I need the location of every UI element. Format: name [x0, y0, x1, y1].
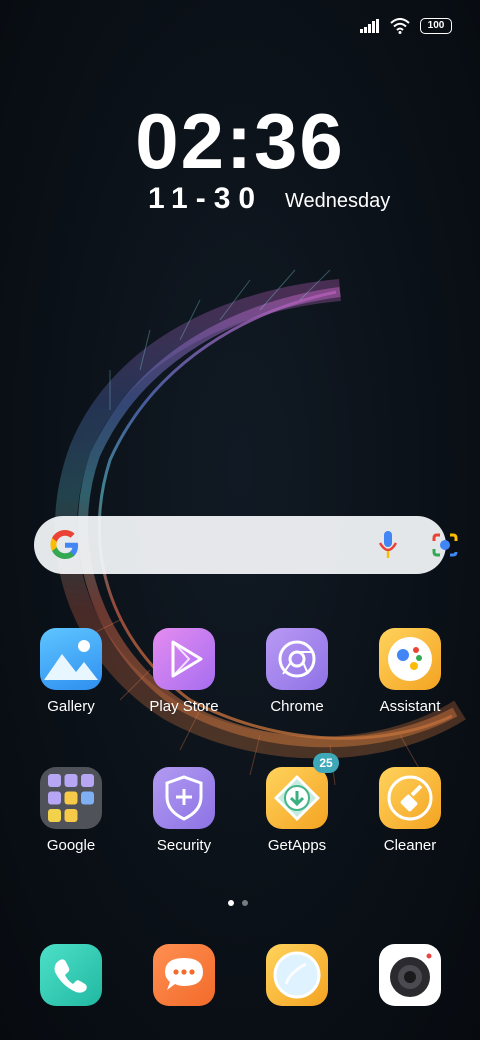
notification-badge: 25 — [313, 753, 339, 773]
browser-icon[interactable] — [266, 944, 328, 1006]
page-indicator[interactable] — [228, 900, 248, 906]
app-label: Chrome — [270, 698, 324, 715]
app-label: Assistant — [379, 698, 441, 715]
battery-level: 100 — [427, 20, 445, 31]
wifi-icon — [390, 18, 410, 34]
app-label: Security — [156, 837, 212, 854]
status-bar: 100 — [360, 14, 452, 38]
google-folder-icon[interactable] — [40, 767, 102, 829]
signal-icon — [360, 19, 379, 33]
app-label: Google — [46, 837, 96, 854]
assistant-icon[interactable] — [379, 628, 441, 690]
camera-icon[interactable] — [379, 944, 441, 1006]
app-getapps[interactable]: GetApps 25 — [241, 753, 353, 854]
app-label: Gallery — [47, 698, 95, 715]
app-label: GetApps — [267, 837, 327, 854]
clock-date[interactable]: 11-30 — [148, 182, 263, 216]
page-dot[interactable] — [242, 900, 248, 906]
cleaner-icon[interactable] — [379, 767, 441, 829]
gallery-icon[interactable] — [40, 628, 102, 690]
google-lens-icon[interactable] — [430, 531, 460, 559]
dock-camera[interactable] — [354, 944, 466, 1006]
security-icon[interactable] — [153, 767, 215, 829]
app-chrome[interactable]: Chrome — [241, 628, 353, 715]
getapps-icon[interactable] — [266, 767, 328, 829]
google-logo-icon[interactable] — [48, 528, 82, 562]
messages-icon[interactable] — [153, 944, 215, 1006]
app-label: Cleaner — [383, 837, 437, 854]
play-store-icon[interactable] — [153, 628, 215, 690]
app-cleaner[interactable]: Cleaner — [354, 767, 466, 854]
phone-icon[interactable] — [40, 944, 102, 1006]
app-assistant[interactable]: Assistant — [354, 628, 466, 715]
clock-weekday[interactable]: Wednesday — [285, 190, 390, 213]
dock-messages[interactable] — [128, 944, 240, 1006]
page-dot-active[interactable] — [228, 900, 234, 906]
dock-browser[interactable] — [241, 944, 353, 1006]
app-label: Play Store — [149, 698, 219, 715]
chrome-icon[interactable] — [266, 628, 328, 690]
app-gallery[interactable]: Gallery — [15, 628, 127, 715]
battery-indicator: 100 — [420, 18, 452, 34]
app-play-store[interactable]: Play Store — [128, 628, 240, 715]
dock-phone[interactable] — [15, 944, 127, 1006]
app-security[interactable]: Security — [128, 767, 240, 854]
google-search-bar[interactable] — [34, 516, 458, 574]
app-google-folder[interactable]: Google — [15, 767, 127, 854]
clock-time[interactable]: 02:36 — [0, 96, 480, 187]
microphone-icon[interactable] — [370, 529, 406, 561]
